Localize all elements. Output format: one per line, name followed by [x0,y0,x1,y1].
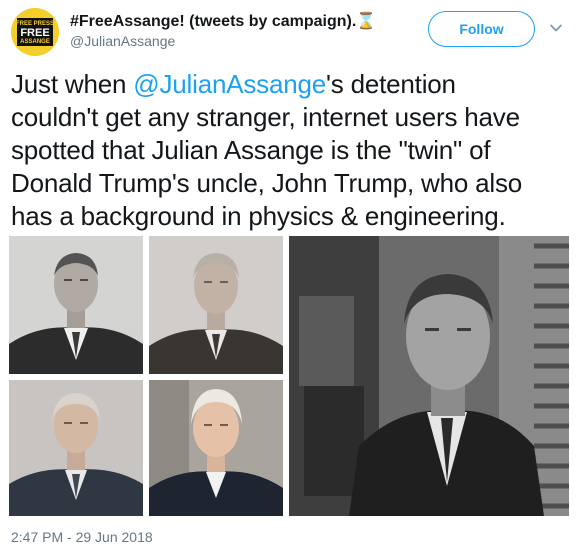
tweet-timestamp[interactable]: 2:47 PM - 29 Jun 2018 [11,529,153,545]
media-grid [9,236,569,516]
photo-assange-portrait[interactable] [149,380,283,516]
photo-john-trump-lab-photo[interactable] [289,236,569,516]
tweet-card: FREE PRESS FREE ASSANGE #FreeAssange! (t… [0,0,578,551]
tweet-line-1-prefix: Just when [11,69,134,99]
photo-assange-blend-suit[interactable] [9,380,143,516]
avatar-text-2: FREE [20,27,49,39]
mention-link[interactable]: @JulianAssange [133,69,326,99]
hourglass-icon: ⌛ [356,13,377,30]
tweet-line-1-rest: 's detention [326,69,456,99]
tweet-line-5: has a background in physics & engineerin… [11,201,506,231]
photo-john-trump-portrait[interactable] [9,236,143,374]
tweet-line-1: Just when @JulianAssange's detention [11,68,571,101]
display-name-text: #FreeAssange! (tweets by campaign). [70,13,357,30]
chevron-down-icon[interactable] [548,20,564,36]
follow-button[interactable]: Follow [428,11,535,47]
tweet-line-3: spotted that Julian Assange is the "twin… [11,135,491,165]
photo-john-trump-assange-blend[interactable] [149,236,283,374]
avatar[interactable]: FREE PRESS FREE ASSANGE [11,8,59,56]
tweet-text: Just when @JulianAssange's detention cou… [11,68,571,233]
user-handle[interactable]: @JulianAssange [70,33,175,49]
avatar-text-3: ASSANGE [20,39,50,45]
display-name[interactable]: #FreeAssange! (tweets by campaign).⌛ [70,11,376,31]
tweet-line-2: couldn't get any stranger, internet user… [11,102,520,132]
free-assange-logo: FREE PRESS FREE ASSANGE [11,8,59,56]
tweet-line-4: Donald Trump's uncle, John Trump, who al… [11,168,523,198]
